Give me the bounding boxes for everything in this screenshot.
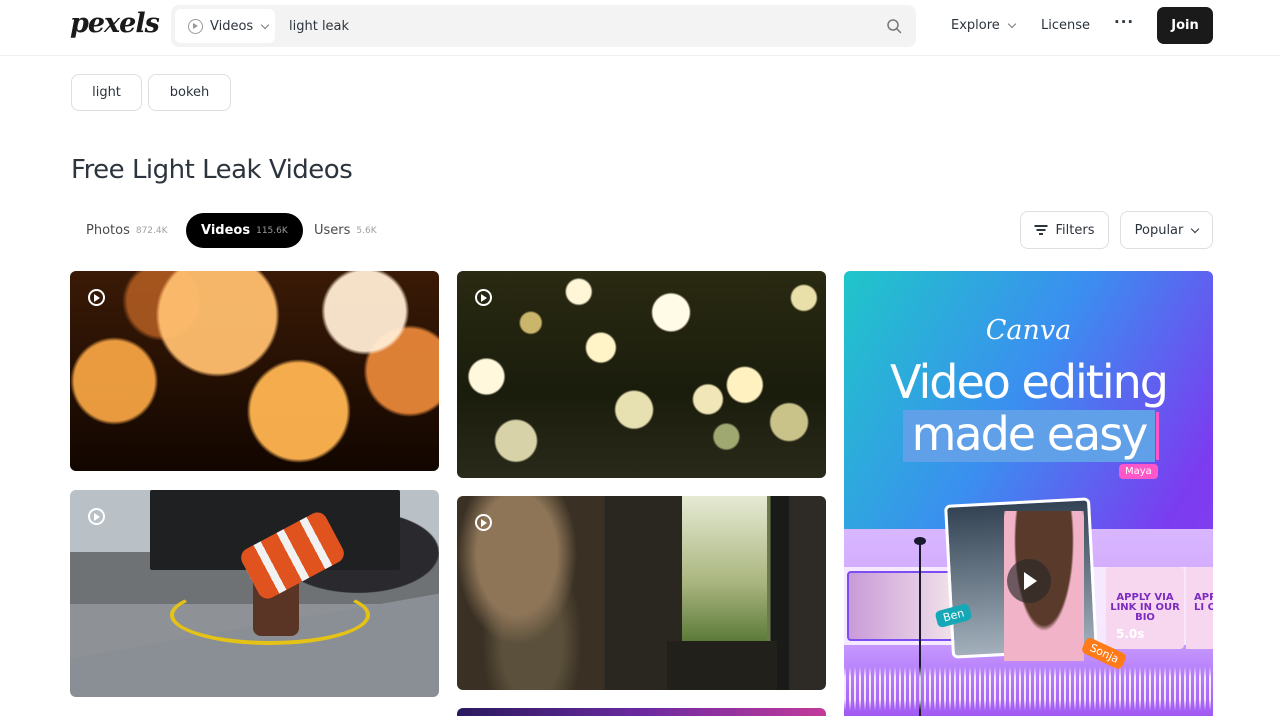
canva-ad[interactable]: Canva Video editing made easy Maya APPLY… bbox=[844, 271, 1213, 716]
ad-clip-duration: 5.0s bbox=[1116, 627, 1145, 641]
tab-count: 872.4K bbox=[135, 225, 168, 236]
tab-count: 5.6K bbox=[356, 225, 377, 236]
collaborator-tag-maya: Maya bbox=[1119, 464, 1158, 479]
tab-label: Videos bbox=[201, 223, 251, 238]
join-button[interactable]: Join bbox=[1157, 7, 1213, 44]
video-card[interactable] bbox=[70, 490, 439, 697]
filters-label: Filters bbox=[1055, 222, 1095, 238]
search-type-dropdown[interactable]: Videos bbox=[175, 9, 275, 43]
video-thumbnail-sill bbox=[667, 641, 777, 690]
video-card[interactable] bbox=[457, 708, 826, 716]
video-card[interactable] bbox=[457, 271, 826, 478]
ad-headline-line-1: Video editing bbox=[890, 355, 1169, 409]
page-title: Free Light Leak Videos bbox=[71, 155, 353, 185]
ad-clip-thumbnail bbox=[847, 571, 957, 641]
canva-logo: Canva bbox=[985, 315, 1072, 346]
tab-label: Photos bbox=[86, 223, 130, 238]
filter-icon bbox=[1034, 225, 1048, 235]
tab-count: 115.6K bbox=[256, 225, 288, 236]
video-play-icon bbox=[475, 289, 492, 306]
top-header: pexels Videos Explore License ··· Join bbox=[0, 0, 1280, 56]
filters-button[interactable]: Filters bbox=[1020, 211, 1109, 249]
search-bar: Videos bbox=[171, 5, 916, 47]
tag-bokeh[interactable]: bokeh bbox=[148, 74, 231, 111]
ad-clip-apply-text-cut: APP LI OU bbox=[1186, 567, 1213, 649]
video-card[interactable] bbox=[457, 496, 826, 690]
search-icon[interactable] bbox=[886, 18, 902, 34]
tab-videos[interactable]: Videos 115.6K bbox=[186, 213, 303, 248]
video-card[interactable] bbox=[70, 271, 439, 471]
tab-label: Users bbox=[314, 223, 351, 238]
video-play-icon bbox=[188, 18, 203, 34]
tab-users[interactable]: Users 5.6K bbox=[299, 213, 392, 248]
video-play-icon bbox=[475, 514, 492, 531]
chevron-down-icon bbox=[1007, 19, 1017, 29]
search-input[interactable] bbox=[289, 16, 849, 36]
video-play-icon bbox=[88, 508, 105, 525]
chevron-down-icon bbox=[260, 20, 270, 29]
nav-explore[interactable]: Explore bbox=[951, 18, 1017, 33]
chevron-down-icon bbox=[1191, 224, 1200, 233]
play-icon bbox=[1007, 559, 1051, 603]
search-type-label: Videos bbox=[210, 18, 254, 34]
video-play-icon bbox=[88, 289, 105, 306]
video-thumbnail-window bbox=[682, 496, 767, 641]
tab-photos[interactable]: Photos 872.4K bbox=[71, 213, 183, 248]
audio-waveform bbox=[844, 661, 1213, 716]
pexels-logo[interactable]: pexels bbox=[70, 8, 160, 39]
sort-label: Popular bbox=[1134, 222, 1184, 238]
ad-headline-line-2: made easy bbox=[903, 410, 1159, 462]
more-menu-icon[interactable]: ··· bbox=[1114, 13, 1134, 31]
nav-explore-label: Explore bbox=[951, 18, 1000, 33]
nav-license[interactable]: License bbox=[1041, 18, 1090, 33]
tag-light[interactable]: light bbox=[71, 74, 142, 111]
sort-dropdown[interactable]: Popular bbox=[1120, 211, 1213, 249]
